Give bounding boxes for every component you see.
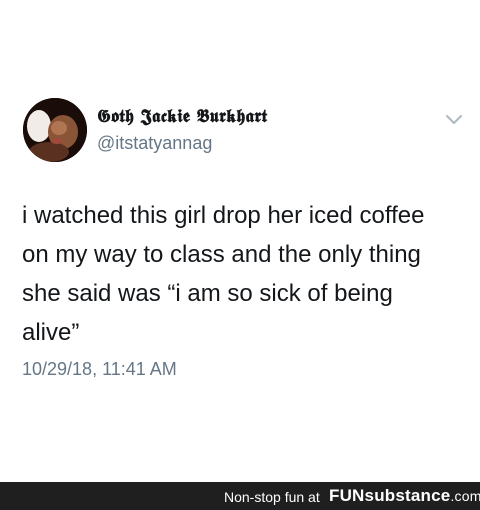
tweet-timestamp[interactable]: 10/29/18, 11:41 AM [22,359,177,380]
tweet-text: i watched this girl drop her iced coffee… [22,202,425,346]
user-handle[interactable]: @itstatyannag [97,133,212,154]
logo-text: FUNsubstance [329,486,451,505]
funsubstance-logo[interactable]: FUNsubstance.com [329,486,480,506]
display-name[interactable]: 𝕲𝖔𝖙𝖍 𝕵𝖆𝖈𝖐𝖎𝖊 𝕭𝖚𝖗𝖐𝖍𝖆𝖗𝖙 [97,106,267,127]
footer-tagline: Non-stop fun at [224,489,320,505]
chevron-down-icon[interactable] [444,113,464,127]
avatar-image [23,98,87,162]
logo-domain: .com [450,488,480,504]
avatar[interactable] [23,98,87,162]
